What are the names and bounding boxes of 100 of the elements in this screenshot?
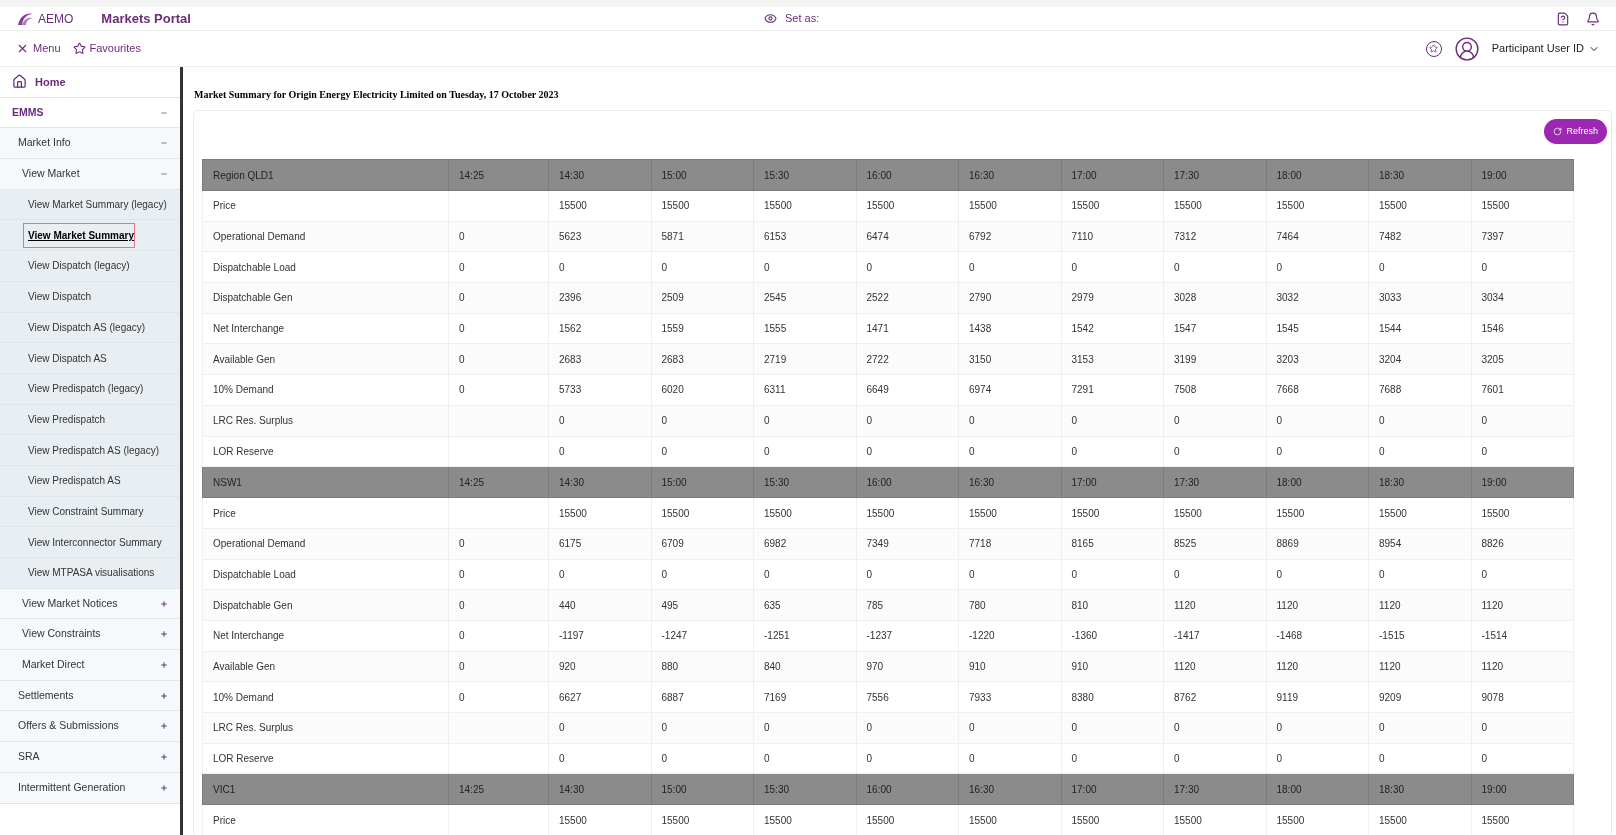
table-cell: 0	[548, 743, 651, 774]
table-cell: 1546	[1471, 313, 1574, 344]
table-cell: 0	[448, 559, 549, 590]
expand-icon	[160, 783, 168, 792]
table-cell: 6887	[651, 681, 754, 713]
bell-icon[interactable]	[1586, 11, 1600, 26]
table-cell: 0	[448, 374, 549, 406]
home-link[interactable]: Home	[12, 73, 66, 91]
table-cell: 0	[1368, 405, 1471, 436]
time-header: 14:25	[448, 466, 549, 498]
table-cell: 1120	[1368, 589, 1471, 621]
table-cell: 15500	[753, 190, 856, 222]
table-cell: 6020	[651, 374, 754, 406]
table-cell: -1220	[958, 620, 1061, 652]
table-cell: 0	[1163, 436, 1266, 467]
table-cell: 1542	[1061, 313, 1164, 344]
table-cell: 0	[651, 251, 754, 283]
table-cell: 9078	[1471, 681, 1574, 713]
menu-button[interactable]: Menu	[16, 40, 61, 57]
set-as-label: Set as:	[785, 11, 820, 27]
table-cell: 810	[1061, 589, 1164, 621]
table-cell: 0	[1266, 559, 1369, 590]
table-cell: 15500	[1061, 497, 1164, 529]
table-cell: 0	[1266, 436, 1369, 467]
favourites-button[interactable]: Favourites	[72, 40, 141, 57]
table-cell: 6792	[958, 221, 1061, 252]
table-cell: 9119	[1266, 681, 1369, 713]
table-cell: 8954	[1368, 528, 1471, 560]
table-cell: 0	[1163, 251, 1266, 283]
time-header: 17:00	[1061, 466, 1164, 498]
table-cell: 0	[1266, 251, 1369, 283]
table-cell: 3203	[1266, 343, 1369, 375]
table-cell: 1544	[1368, 313, 1471, 344]
table-cell: 0	[753, 559, 856, 590]
refresh-icon	[1553, 127, 1563, 136]
table-cell: 2545	[753, 282, 856, 314]
table-cell: 2722	[856, 343, 959, 375]
sidebar-group[interactable]: EMMS	[12, 104, 168, 121]
table-cell: 0	[753, 712, 856, 744]
table-cell: 0	[448, 651, 549, 682]
table-cell: 15500	[1266, 190, 1369, 222]
table-cell: 0	[548, 436, 651, 467]
table-cell: 8380	[1061, 681, 1164, 713]
table-cell: 15500	[651, 190, 754, 222]
table-cell: 0	[1061, 405, 1164, 436]
table-cell: 1120	[1471, 589, 1574, 621]
refresh-button[interactable]: Refresh	[1544, 119, 1607, 144]
table-cell: 0	[651, 405, 754, 436]
table-cell: 15500	[1368, 190, 1471, 222]
table-cell: 7291	[1061, 374, 1164, 406]
table-cell: 0	[448, 343, 549, 375]
table-cell: 2683	[651, 343, 754, 375]
table-cell: 910	[1061, 651, 1164, 682]
table-cell: 7349	[856, 528, 959, 560]
time-header: 15:00	[651, 466, 754, 498]
table-cell: 0	[448, 282, 549, 314]
table-cell: 0	[448, 221, 549, 252]
app-title: Markets Portal	[101, 9, 191, 28]
table-cell: 0	[753, 251, 856, 283]
table-cell: 0	[856, 712, 959, 744]
table-cell: 8762	[1163, 681, 1266, 713]
table-cell: 7556	[856, 681, 959, 713]
table-cell: 3199	[1163, 343, 1266, 375]
table-cell: 0	[958, 712, 1061, 744]
table-cell: 7718	[958, 528, 1061, 560]
logo-icon	[16, 10, 34, 27]
table-cell: 1559	[651, 313, 754, 344]
time-header: 14:25	[448, 159, 549, 191]
table-cell: 1120	[1368, 651, 1471, 682]
time-header: 15:00	[651, 773, 754, 805]
table-cell: 15500	[1266, 497, 1369, 529]
help-icon[interactable]	[1556, 11, 1570, 26]
row-label: Dispatchable Gen	[202, 589, 449, 621]
table-cell: 0	[448, 589, 549, 621]
table-cell: 0	[1061, 743, 1164, 774]
table-cell: 1120	[1163, 589, 1266, 621]
time-header: 14:30	[548, 466, 651, 498]
time-header: 18:30	[1368, 466, 1471, 498]
table-cell: 0	[1471, 712, 1574, 744]
expand-icon	[160, 660, 168, 669]
table-cell: 7601	[1471, 374, 1574, 406]
table-cell: 0	[651, 559, 754, 590]
region-header: VIC1	[202, 773, 449, 805]
expand-icon	[160, 691, 168, 700]
row-label: LRC Res. Surplus	[202, 405, 449, 436]
table-cell: 0	[856, 436, 959, 467]
time-header: 16:00	[856, 159, 959, 191]
sidebar-link[interactable]: View Dispatch	[28, 289, 92, 305]
table-cell: 3205	[1471, 343, 1574, 375]
user-menu-button[interactable]: Participant User ID	[1491, 40, 1600, 57]
row-label: LOR Reserve	[202, 743, 449, 774]
table-cell: 495	[651, 589, 754, 621]
table-cell: 0	[448, 251, 549, 283]
star-icon	[72, 42, 86, 55]
table-cell: 0	[651, 712, 754, 744]
table-cell: 8826	[1471, 528, 1574, 560]
time-header: 18:30	[1368, 773, 1471, 805]
time-header: 19:00	[1471, 773, 1574, 805]
table-cell: 6709	[651, 528, 754, 560]
table-cell: 0	[448, 620, 549, 652]
